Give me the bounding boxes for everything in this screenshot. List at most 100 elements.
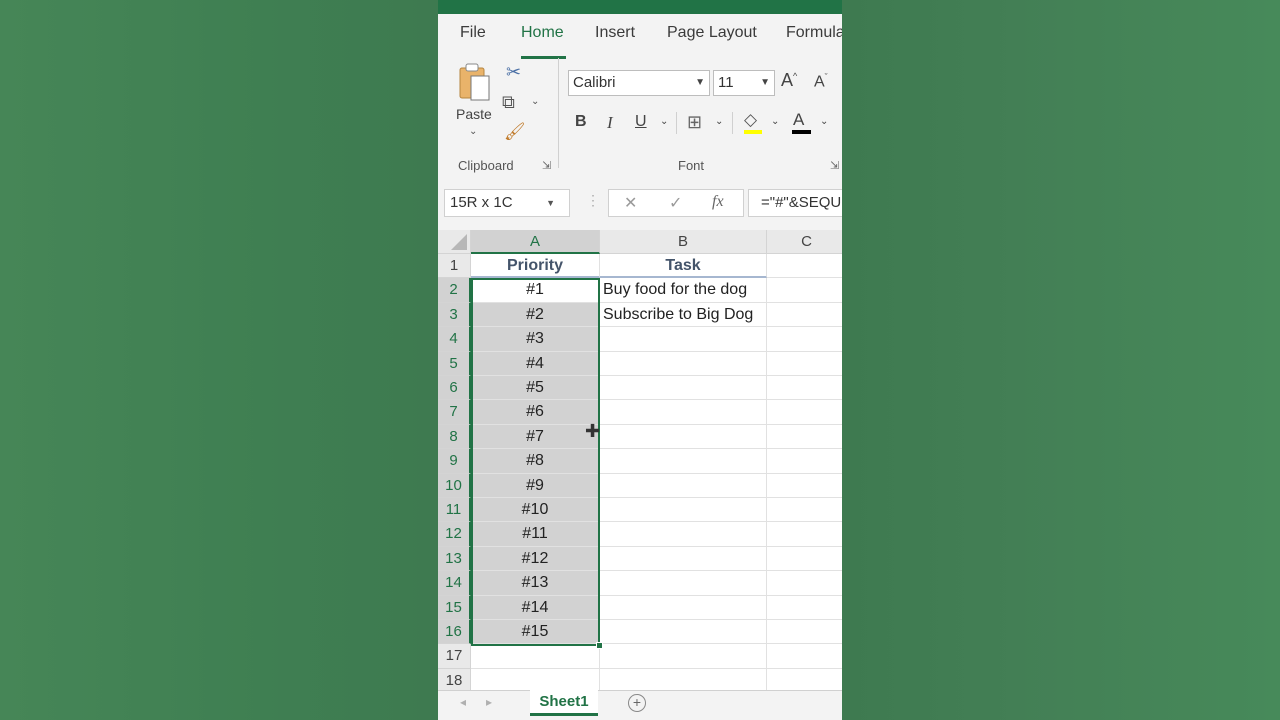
row-header[interactable]: 3: [438, 302, 471, 328]
row-header[interactable]: 5: [438, 351, 471, 376]
column-header-a[interactable]: A: [471, 230, 600, 254]
cell-b[interactable]: [600, 668, 767, 690]
row-header[interactable]: 14: [438, 571, 471, 596]
font-color-dropdown-icon[interactable]: ⌄: [820, 116, 828, 127]
cell-a[interactable]: #15: [471, 620, 600, 645]
row-header[interactable]: 11: [438, 498, 471, 523]
cell-c[interactable]: [767, 303, 842, 328]
cell-b[interactable]: [600, 571, 767, 596]
cell-a[interactable]: #2: [471, 302, 600, 328]
cell-a[interactable]: Priority: [471, 254, 600, 279]
prev-sheet-icon[interactable]: ◂: [460, 695, 466, 709]
cell-a[interactable]: #7: [471, 424, 600, 450]
row-header[interactable]: 12: [438, 522, 471, 547]
row-header[interactable]: 9: [438, 449, 471, 474]
cell-a[interactable]: [471, 668, 600, 690]
tab-page-layout[interactable]: Page Layout: [667, 24, 757, 42]
clipboard-launcher-icon[interactable]: ⇲: [542, 159, 551, 172]
formula-input[interactable]: ="#"&SEQU: [748, 189, 842, 217]
borders-dropdown-icon[interactable]: ⌄: [715, 116, 723, 127]
cell-b[interactable]: Subscribe to Big Dog: [600, 302, 767, 328]
cell-c[interactable]: [767, 620, 842, 645]
font-launcher-icon[interactable]: ⇲: [830, 159, 839, 172]
fill-color-icon[interactable]: ◇: [744, 110, 757, 130]
fill-handle[interactable]: [596, 642, 603, 650]
cell-c[interactable]: [767, 596, 842, 620]
name-box[interactable]: 15R x 1C ▼: [444, 189, 570, 217]
cell-b[interactable]: [600, 620, 767, 645]
cancel-icon[interactable]: ✕: [624, 193, 637, 213]
insert-function-icon[interactable]: fx: [712, 193, 724, 211]
column-header-b[interactable]: B: [600, 230, 767, 254]
row-header[interactable]: 2: [438, 278, 471, 303]
underline-button[interactable]: U: [635, 113, 647, 131]
row-header[interactable]: 16: [438, 620, 471, 645]
cell-a[interactable]: #11: [471, 522, 600, 547]
cell-c[interactable]: [767, 425, 842, 450]
row-header[interactable]: 15: [438, 595, 471, 620]
row-header[interactable]: 18: [438, 668, 471, 690]
cell-c[interactable]: [767, 571, 842, 596]
cell-b[interactable]: Buy food for the dog: [600, 278, 767, 303]
cell-b[interactable]: [600, 473, 767, 498]
row-header[interactable]: 7: [438, 400, 471, 425]
cell-a[interactable]: #14: [471, 595, 600, 620]
cell-b[interactable]: [600, 424, 767, 450]
row-header[interactable]: 6: [438, 376, 471, 401]
cell-c[interactable]: [767, 449, 842, 474]
cell-c[interactable]: [767, 547, 842, 572]
copy-icon[interactable]: ⧉: [502, 92, 515, 113]
row-header[interactable]: 4: [438, 327, 471, 352]
underline-dropdown-icon[interactable]: ⌄: [660, 116, 668, 127]
cut-icon[interactable]: ✂: [506, 62, 521, 83]
row-header[interactable]: 13: [438, 546, 471, 572]
column-header-c[interactable]: C: [767, 230, 842, 254]
cell-c[interactable]: [767, 522, 842, 547]
cell-c[interactable]: [767, 278, 842, 303]
format-painter-icon[interactable]: 🖌: [504, 122, 526, 142]
add-sheet-icon[interactable]: +: [628, 694, 646, 712]
grow-font-button[interactable]: A^: [781, 70, 797, 91]
cell-c[interactable]: [767, 474, 842, 498]
copy-dropdown-icon[interactable]: ⌄: [531, 96, 539, 107]
tab-home[interactable]: Home: [521, 24, 564, 42]
shrink-font-button[interactable]: Aˇ: [814, 72, 828, 91]
font-size-select[interactable]: 11 ▼: [713, 70, 775, 96]
row-header[interactable]: 10: [438, 473, 471, 498]
cell-c[interactable]: [767, 352, 842, 376]
cell-b[interactable]: [600, 449, 767, 474]
cell-b[interactable]: Task: [600, 254, 767, 279]
cell-c[interactable]: [767, 400, 842, 425]
cell-a[interactable]: #13: [471, 571, 600, 596]
cell-a[interactable]: #9: [471, 473, 600, 498]
tab-file[interactable]: File: [460, 24, 486, 42]
cell-a[interactable]: #10: [471, 498, 600, 523]
tab-insert[interactable]: Insert: [595, 24, 635, 42]
cell-a[interactable]: #3: [471, 327, 600, 352]
sheet-tab-sheet1[interactable]: Sheet1: [530, 690, 598, 716]
font-color-icon[interactable]: A: [793, 110, 804, 130]
cell-b[interactable]: [600, 498, 767, 523]
cell-c[interactable]: [767, 254, 842, 279]
fill-color-dropdown-icon[interactable]: ⌄: [771, 116, 779, 127]
select-all-button[interactable]: [438, 230, 471, 254]
cell-c[interactable]: [767, 376, 842, 401]
font-name-select[interactable]: Calibri ▼: [568, 70, 710, 96]
borders-icon[interactable]: ⊞: [687, 112, 702, 133]
cell-b[interactable]: [600, 351, 767, 376]
enter-icon[interactable]: ✓: [669, 193, 682, 213]
tab-formulas[interactable]: Formula: [786, 24, 842, 42]
row-header[interactable]: 17: [438, 644, 471, 669]
row-header[interactable]: 1: [438, 254, 471, 279]
cell-b[interactable]: [600, 644, 767, 669]
cell-a[interactable]: #12: [471, 546, 600, 572]
cell-a[interactable]: #6: [471, 400, 600, 425]
cell-b[interactable]: [600, 327, 767, 352]
cell-b[interactable]: [600, 376, 767, 401]
cell-b[interactable]: [600, 400, 767, 425]
cell-b[interactable]: [600, 595, 767, 620]
cell-a[interactable]: #4: [471, 351, 600, 376]
cell-a[interactable]: #5: [471, 376, 600, 401]
cell-c[interactable]: [767, 644, 842, 669]
worksheet-grid[interactable]: A B C 1 Priority Task 2 #1 Buy food for the d…: [438, 230, 842, 690]
